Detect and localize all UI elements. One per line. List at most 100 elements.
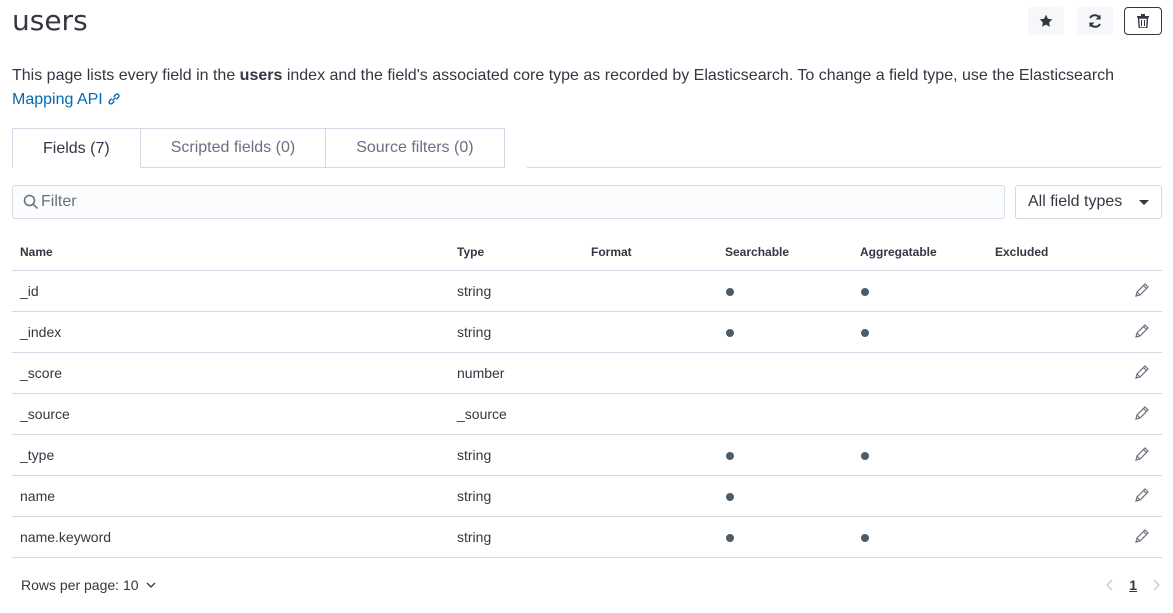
next-page-icon[interactable] bbox=[1151, 579, 1161, 591]
pencil-icon[interactable] bbox=[1134, 446, 1150, 462]
excluded-cell bbox=[987, 434, 1116, 476]
field-name-cell: _score bbox=[12, 352, 449, 394]
table-row: _type string bbox=[12, 434, 1162, 476]
refresh-button[interactable] bbox=[1077, 7, 1113, 35]
field-type-cell: string bbox=[449, 475, 583, 517]
edit-cell bbox=[1116, 475, 1162, 517]
field-name-cell: name.keyword bbox=[12, 516, 449, 558]
tab-fields[interactable]: Fields (7) bbox=[12, 128, 141, 168]
index-name: users bbox=[239, 67, 283, 84]
column-header-format[interactable]: Format bbox=[583, 234, 717, 271]
field-name-cell: _type bbox=[12, 434, 449, 476]
column-header-excluded[interactable]: Excluded bbox=[987, 234, 1116, 271]
chevron-down-icon bbox=[146, 582, 155, 588]
aggregatable-cell bbox=[852, 270, 987, 312]
field-format-cell bbox=[583, 311, 717, 353]
mapping-api-link-label: Mapping API bbox=[12, 91, 103, 108]
column-header-searchable[interactable]: Searchable bbox=[717, 234, 852, 271]
searchable-cell bbox=[717, 352, 852, 394]
excluded-cell bbox=[987, 475, 1116, 517]
delete-button[interactable] bbox=[1124, 7, 1162, 35]
table-row: _id string bbox=[12, 270, 1162, 312]
edit-cell bbox=[1116, 516, 1162, 558]
searchable-cell bbox=[717, 434, 852, 476]
table-row: _score number bbox=[12, 352, 1162, 394]
filter-field[interactable] bbox=[12, 185, 1005, 219]
tab-divider bbox=[527, 167, 1161, 168]
aggregatable-cell bbox=[852, 393, 987, 435]
fields-table: Name Type Format Searchable Aggregatable… bbox=[12, 234, 1162, 558]
aggregatable-indicator-icon bbox=[861, 329, 869, 337]
searchable-cell bbox=[717, 311, 852, 353]
field-format-cell bbox=[583, 352, 717, 394]
pencil-icon[interactable] bbox=[1134, 487, 1150, 503]
link-icon bbox=[108, 93, 120, 105]
description-prefix: This page lists every field in the bbox=[12, 67, 240, 84]
trash-icon bbox=[1137, 14, 1149, 28]
field-format-cell bbox=[583, 270, 717, 312]
page-title: users bbox=[12, 4, 88, 37]
field-name-cell: name bbox=[12, 475, 449, 517]
aggregatable-cell bbox=[852, 311, 987, 353]
column-header-type[interactable]: Type bbox=[449, 234, 583, 271]
pencil-icon[interactable] bbox=[1134, 405, 1150, 421]
searchable-cell bbox=[717, 270, 852, 312]
pagination: 1 bbox=[1105, 577, 1161, 593]
edit-cell bbox=[1116, 393, 1162, 435]
mapping-api-link[interactable]: Mapping API bbox=[12, 91, 121, 108]
searchable-indicator-icon bbox=[726, 452, 734, 460]
pencil-icon[interactable] bbox=[1134, 282, 1150, 298]
excluded-cell bbox=[987, 516, 1116, 558]
excluded-cell bbox=[987, 393, 1116, 435]
excluded-cell bbox=[987, 311, 1116, 353]
favorite-button[interactable] bbox=[1028, 7, 1064, 35]
field-type-cell: string bbox=[449, 434, 583, 476]
page-number-current[interactable]: 1 bbox=[1129, 577, 1137, 593]
pencil-icon[interactable] bbox=[1134, 364, 1150, 380]
page-description: This page lists every field in the users… bbox=[12, 64, 1122, 112]
edit-cell bbox=[1116, 352, 1162, 394]
field-type-select[interactable]: All field types bbox=[1015, 185, 1162, 219]
filter-input[interactable] bbox=[13, 186, 1004, 218]
table-row: _source _source bbox=[12, 393, 1162, 435]
tab-source-filters[interactable]: Source filters (0) bbox=[326, 128, 505, 168]
searchable-indicator-icon bbox=[726, 493, 734, 501]
aggregatable-cell bbox=[852, 352, 987, 394]
pencil-icon[interactable] bbox=[1134, 528, 1150, 544]
pencil-icon[interactable] bbox=[1134, 323, 1150, 339]
rows-per-page-button[interactable]: Rows per page: 10 bbox=[21, 577, 157, 593]
table-row: name.keyword string bbox=[12, 516, 1162, 558]
column-header-name[interactable]: Name bbox=[12, 234, 449, 271]
caret-down-icon bbox=[1139, 200, 1149, 205]
edit-cell bbox=[1116, 270, 1162, 312]
aggregatable-cell bbox=[852, 475, 987, 517]
table-header-row: Name Type Format Searchable Aggregatable… bbox=[12, 234, 1162, 271]
aggregatable-indicator-icon bbox=[861, 288, 869, 296]
field-format-cell bbox=[583, 434, 717, 476]
refresh-icon bbox=[1089, 14, 1101, 28]
searchable-cell bbox=[717, 393, 852, 435]
field-type-cell: _source bbox=[449, 393, 583, 435]
excluded-cell bbox=[987, 270, 1116, 312]
searchable-indicator-icon bbox=[726, 329, 734, 337]
field-format-cell bbox=[583, 516, 717, 558]
field-type-cell: string bbox=[449, 270, 583, 312]
aggregatable-indicator-icon bbox=[861, 452, 869, 460]
excluded-cell bbox=[987, 352, 1116, 394]
tab-scripted-fields[interactable]: Scripted fields (0) bbox=[140, 128, 327, 168]
aggregatable-cell bbox=[852, 434, 987, 476]
column-header-aggregatable[interactable]: Aggregatable bbox=[852, 234, 987, 271]
previous-page-icon[interactable] bbox=[1105, 579, 1115, 591]
searchable-indicator-icon bbox=[726, 288, 734, 296]
field-format-cell bbox=[583, 393, 717, 435]
searchable-indicator-icon bbox=[726, 534, 734, 542]
searchable-cell bbox=[717, 516, 852, 558]
field-type-cell: string bbox=[449, 311, 583, 353]
aggregatable-indicator-icon bbox=[861, 534, 869, 542]
field-type-cell: number bbox=[449, 352, 583, 394]
rows-per-page-label: Rows per page: 10 bbox=[21, 577, 139, 593]
table-row: name string bbox=[12, 475, 1162, 517]
search-icon bbox=[23, 194, 39, 210]
star-icon bbox=[1039, 14, 1053, 27]
edit-cell bbox=[1116, 311, 1162, 353]
